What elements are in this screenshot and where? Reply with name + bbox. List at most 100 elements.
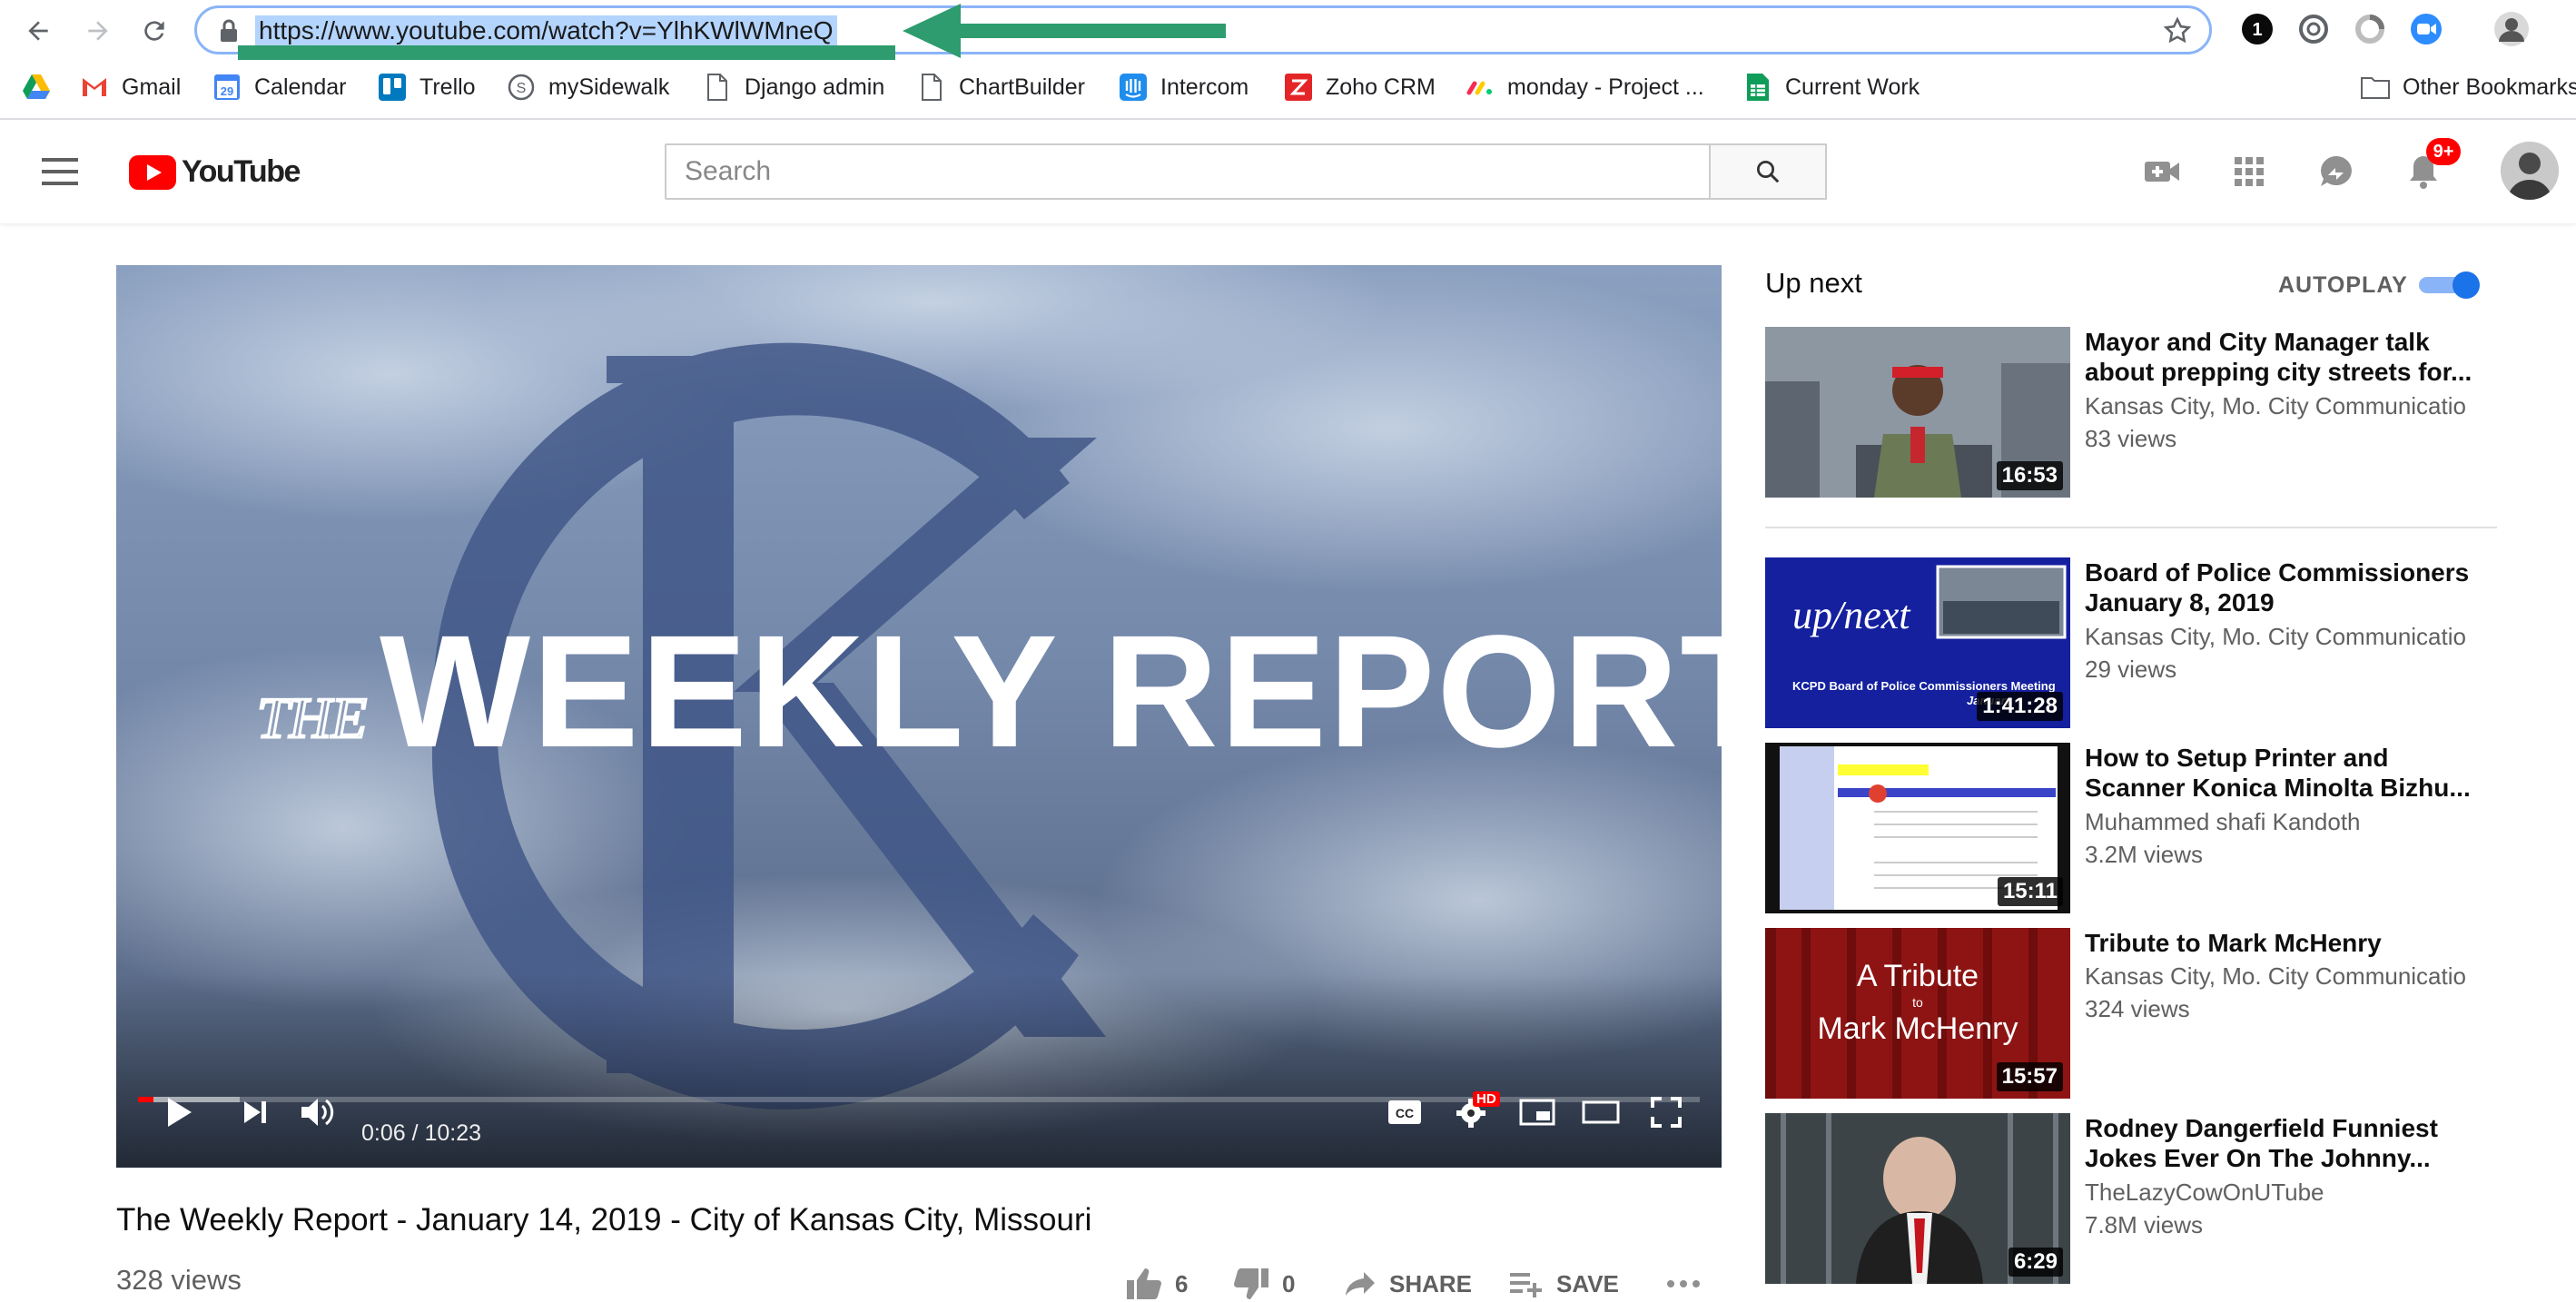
video-views: 324 views	[2085, 995, 2190, 1022]
channel-name[interactable]: Kansas City, Mo. City Communications	[2085, 392, 2466, 420]
bookmark-label: Django admin	[745, 74, 885, 100]
thumbnail-line-2: to	[1912, 995, 1923, 1010]
play-icon	[164, 1096, 193, 1129]
bookmark-label: Trello	[419, 74, 476, 100]
extension-loading-icon[interactable]	[2352, 11, 2388, 47]
onepassword-extension-icon[interactable]: 1	[2239, 11, 2275, 47]
video-duration: 16:53	[1996, 461, 2063, 490]
bookmark-google-drive[interactable]	[22, 71, 51, 104]
video-title[interactable]: Mayor and City Manager talk about preppi…	[2085, 327, 2484, 387]
apps-grid-icon[interactable]	[2226, 149, 2272, 194]
save-label: SAVE	[1556, 1269, 1619, 1297]
bookmark-label: Calendar	[254, 74, 347, 100]
annotation-arrow	[903, 2, 1229, 60]
more-horizontal-icon	[1665, 1278, 1702, 1289]
share-arrow-icon	[1344, 1270, 1377, 1297]
account-avatar[interactable]	[2501, 142, 2559, 200]
time-display: 0:06 / 10:23	[361, 1120, 482, 1146]
share-label: SHARE	[1389, 1269, 1473, 1297]
bookmark-label: monday - Project ...	[1507, 74, 1704, 100]
bookmark-gmail[interactable]: Gmail	[80, 71, 181, 104]
bookmark-label: Intercom	[1160, 74, 1249, 100]
bookmark-trello[interactable]: Trello	[378, 71, 476, 104]
youtube-logo-text: YouTube	[182, 154, 301, 189]
like-button[interactable]: 6	[1126, 1266, 1188, 1302]
dislike-button[interactable]: 0	[1233, 1266, 1295, 1302]
related-video[interactable]: up/next KCPD Board of Police Commissione…	[1765, 557, 2497, 730]
hamburger-menu-icon[interactable]	[42, 156, 85, 187]
next-button[interactable]	[232, 1088, 278, 1137]
video-thumbnail[interactable]: 15:11	[1765, 743, 2070, 913]
more-actions-button[interactable]	[1665, 1266, 1702, 1302]
related-video[interactable]: A Tribute to Mark McHenry 15:57 Tribute …	[1765, 928, 2497, 1100]
fullscreen-button[interactable]	[1643, 1088, 1689, 1137]
calendar-icon: 29	[212, 73, 242, 102]
url-text[interactable]: https://www.youtube.com/watch?v=YlhKWlWM…	[255, 15, 837, 46]
related-video[interactable]: 15:11 How to Setup Printer and Scanner K…	[1765, 743, 2497, 915]
svg-text:CC: CC	[1396, 1106, 1414, 1120]
overlay-the-text: THE	[257, 686, 367, 750]
create-video-icon[interactable]	[2139, 149, 2185, 194]
search-button[interactable]	[1709, 143, 1827, 200]
video-title[interactable]: Board of Police Commissioners January 8,…	[2085, 557, 2484, 617]
video-duration: 6:29	[2008, 1248, 2063, 1277]
video-title: The Weekly Report - January 14, 2019 - C…	[116, 1202, 1092, 1238]
theater-mode-button[interactable]	[1578, 1088, 1624, 1137]
video-views: 3.2M views	[2085, 841, 2204, 868]
bookmark-current-work[interactable]: Current Work	[1743, 71, 1920, 104]
video-thumbnail[interactable]: 16:53	[1765, 327, 2070, 498]
settings-button[interactable]: HD	[1449, 1088, 1500, 1137]
video-views: 7.8M views	[2085, 1211, 2204, 1238]
volume-button[interactable]	[296, 1088, 341, 1137]
video-thumbnail[interactable]: A Tribute to Mark McHenry 15:57	[1765, 928, 2070, 1099]
bookmark-star-icon[interactable]	[2162, 15, 2193, 46]
video-thumbnail[interactable]: up/next KCPD Board of Police Commissione…	[1765, 557, 2070, 728]
bookmark-intercom[interactable]: Intercom	[1119, 71, 1249, 104]
bookmark-zoho-crm[interactable]: Zoho CRM	[1284, 71, 1436, 104]
channel-name[interactable]: Muhammed shafi Kandoth	[2085, 808, 2466, 836]
play-button[interactable]	[156, 1088, 202, 1137]
autoplay-toggle[interactable]	[2415, 271, 2482, 300]
thumbs-up-icon	[1126, 1267, 1162, 1300]
up-next-video[interactable]: 16:53 Mayor and City Manager talk about …	[1765, 327, 2497, 499]
bookmark-chartbuilder[interactable]: ChartBuilder	[917, 71, 1085, 104]
bookmark-monday[interactable]: monday - Project ...	[1466, 71, 1704, 104]
related-video[interactable]: 6:29 Rodney Dangerfield Funniest Jokes E…	[1765, 1113, 2497, 1286]
zoom-extension-icon[interactable]	[2408, 11, 2444, 47]
up-next-divider	[1765, 527, 2497, 528]
video-title[interactable]: Rodney Dangerfield Funniest Jokes Ever O…	[2085, 1113, 2484, 1173]
video-thumbnail[interactable]: 6:29	[1765, 1113, 2070, 1284]
view-count: 328 views	[116, 1264, 242, 1296]
youtube-logo[interactable]: YouTube	[129, 154, 301, 190]
browser-chrome: https://www.youtube.com/watch?v=YlhKWlWM…	[0, 0, 2576, 120]
bookmark-django-admin[interactable]: Django admin	[703, 71, 884, 104]
sheets-icon	[1743, 73, 1772, 102]
video-title[interactable]: How to Setup Printer and Scanner Konica …	[2085, 743, 2484, 803]
bookmark-mysidewalk[interactable]: S mySidewalk	[507, 71, 669, 104]
miniplayer-button[interactable]	[1515, 1088, 1560, 1137]
captions-button[interactable]: CC	[1382, 1088, 1427, 1137]
video-title[interactable]: Tribute to Mark McHenry	[2085, 928, 2484, 958]
messages-share-icon[interactable]	[2314, 149, 2359, 194]
channel-name[interactable]: TheLazyCowOnUTube	[2085, 1179, 2466, 1207]
share-button[interactable]: SHARE	[1344, 1266, 1472, 1302]
search-input[interactable]	[665, 143, 1711, 200]
bookmark-label: Zoho CRM	[1326, 74, 1436, 100]
channel-name[interactable]: Kansas City, Mo. City Communications	[2085, 962, 2466, 991]
folder-icon	[2361, 73, 2390, 102]
skip-next-icon	[242, 1099, 269, 1126]
bookmark-calendar[interactable]: 29 Calendar	[212, 71, 346, 104]
theater-mode-icon	[1582, 1100, 1620, 1124]
forward-arrow-icon[interactable]	[76, 9, 120, 53]
video-player[interactable]: THE WEEKLY REPORT	[116, 265, 1722, 1168]
other-bookmarks[interactable]: Other Bookmarks	[2361, 71, 2576, 104]
back-arrow-icon[interactable]	[16, 9, 60, 53]
notification-badge: 9+	[2426, 138, 2461, 165]
profile-avatar-icon[interactable]	[2493, 11, 2530, 47]
save-button[interactable]: SAVE	[1509, 1266, 1619, 1302]
video-duration: 1:41:28	[1977, 692, 2063, 721]
extension-swirl-icon[interactable]	[2295, 11, 2332, 47]
channel-name[interactable]: Kansas City, Mo. City Communications	[2085, 623, 2466, 651]
bookmarks-bar: Gmail 29 Calendar Trello S mySidewalk Dj…	[0, 67, 2576, 107]
reload-icon[interactable]	[133, 9, 176, 53]
